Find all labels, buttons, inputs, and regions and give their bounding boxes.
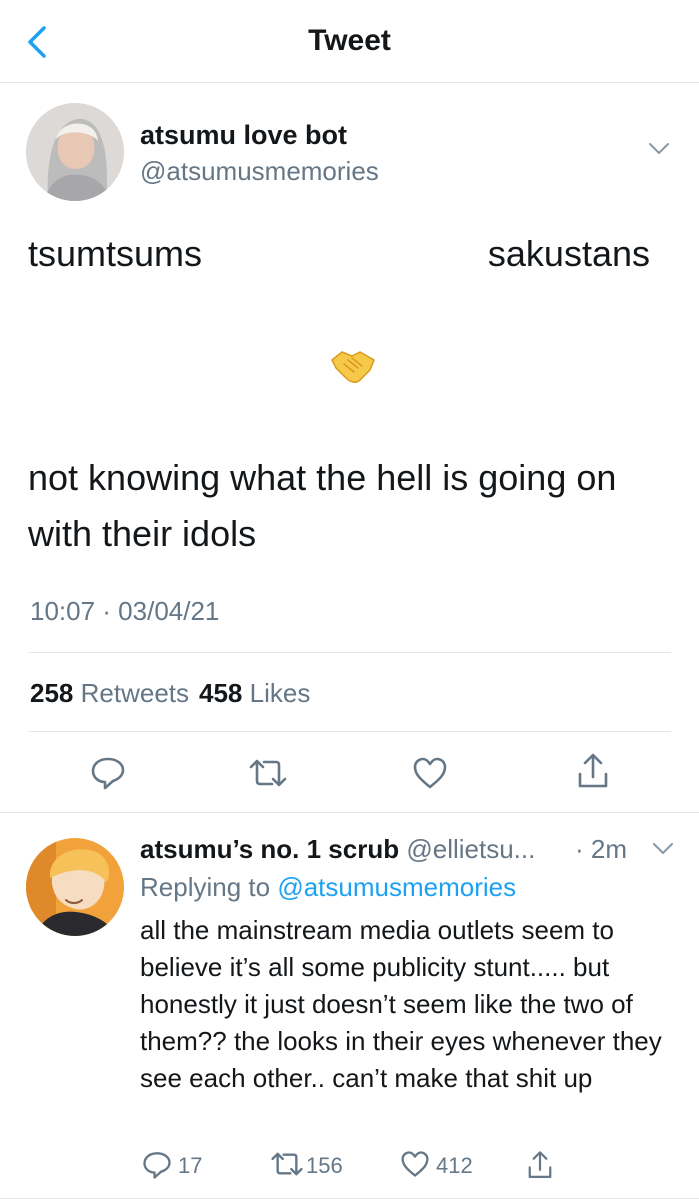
reply-author-handle[interactable]: @ellietsu...	[406, 834, 535, 864]
speech-bubble-icon	[91, 757, 125, 790]
share-upload-icon	[578, 753, 608, 788]
replying-to-prefix: Replying to	[140, 872, 271, 902]
tweet-stats: 258 Retweets 458 Likes	[30, 678, 310, 709]
chevron-down-icon	[653, 843, 673, 854]
tweet-text-body: not knowing what the hell is going on wi…	[28, 457, 617, 554]
more-options-button[interactable]	[648, 142, 670, 156]
top-nav-bar: Tweet	[0, 0, 699, 83]
tweet-text-left: tsumtsums	[28, 233, 203, 274]
reply-share-button[interactable]	[526, 1150, 560, 1180]
tweet-timestamp[interactable]: 10:07 · 03/04/21	[30, 596, 219, 627]
like-button[interactable]	[412, 756, 448, 795]
tweet-text-right: sakustans	[487, 233, 650, 274]
page-title: Tweet	[308, 24, 391, 57]
heart-icon	[413, 757, 447, 789]
replying-to-line: Replying to @atsumusmemories	[140, 872, 516, 903]
share-upload-icon	[528, 1151, 552, 1178]
reply-reply-button[interactable]: 17	[142, 1150, 212, 1180]
retweets-label: Retweets	[80, 678, 190, 708]
retweets-count: 258	[30, 678, 74, 708]
likes-label: Likes	[249, 678, 311, 708]
reply-author-name[interactable]: atsumu’s no. 1 scrub	[140, 834, 399, 864]
chevron-down-icon	[649, 143, 669, 154]
reply-button[interactable]	[90, 755, 126, 796]
retweet-button[interactable]	[248, 757, 288, 794]
speech-bubble-icon	[143, 1152, 171, 1179]
reply-time: · 2m	[575, 834, 627, 864]
replying-to-link[interactable]: @atsumusmemories	[277, 872, 516, 902]
retweet-arrows-icon	[271, 1152, 303, 1176]
reply-author-avatar[interactable]	[26, 838, 124, 936]
divider	[28, 652, 671, 653]
retweets-stat[interactable]: 258 Retweets	[30, 678, 189, 708]
likes-count: 458	[199, 678, 243, 708]
retweet-arrows-icon	[249, 759, 287, 787]
divider	[0, 812, 699, 813]
reply-header: atsumu’s no. 1 scrub @ellietsu...	[140, 834, 535, 865]
heart-icon	[401, 1151, 429, 1177]
author-avatar[interactable]	[26, 103, 124, 201]
handshake-emoji-icon	[330, 346, 376, 386]
divider	[0, 1198, 699, 1199]
reply-more-options-button[interactable]	[652, 842, 674, 856]
divider	[28, 731, 671, 732]
likes-stat[interactable]: 458 Likes	[199, 678, 310, 708]
share-button[interactable]	[576, 752, 610, 795]
reply-retweet-button[interactable]: 156	[270, 1150, 350, 1180]
reply-text: all the mainstream media outlets seem to…	[140, 915, 662, 1093]
reply-like-count: 412	[436, 1153, 473, 1178]
author-handle[interactable]: @atsumusmemories	[140, 156, 379, 187]
reply-reply-count: 17	[178, 1153, 203, 1178]
author-name[interactable]: atsumu love bot	[140, 120, 347, 151]
reply-like-button[interactable]: 412	[400, 1150, 480, 1180]
reply-retweet-count: 156	[306, 1153, 343, 1178]
